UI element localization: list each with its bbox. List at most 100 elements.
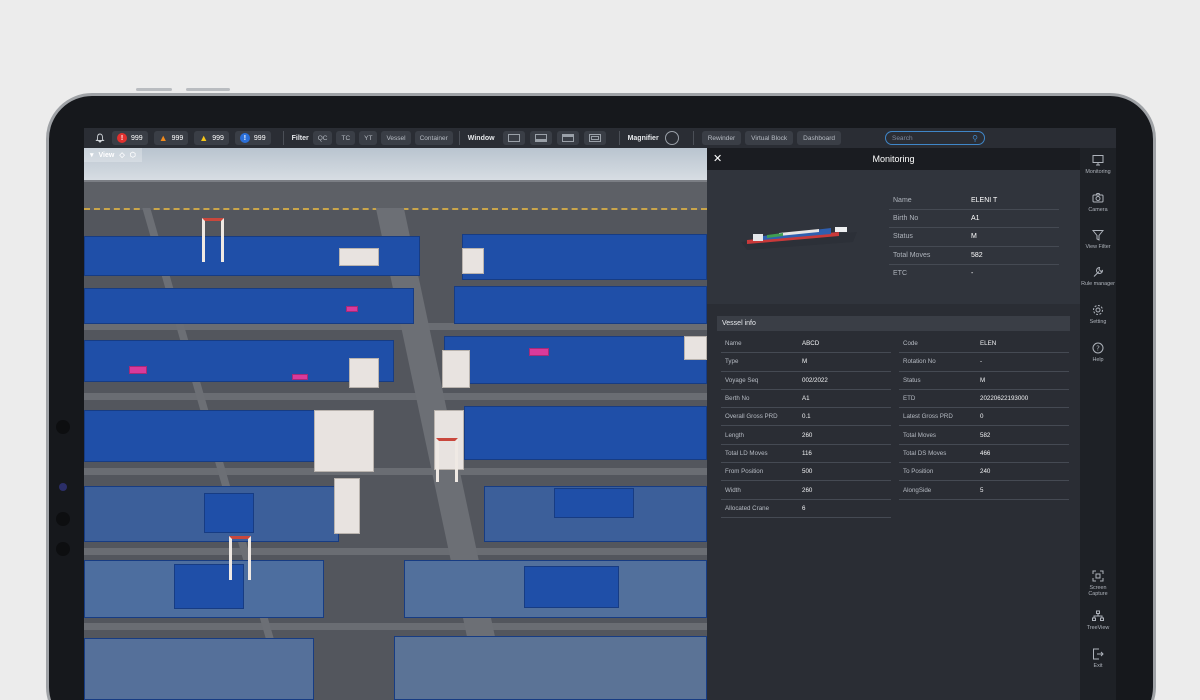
summary-key: ETC xyxy=(893,270,907,278)
error-alert-icon: ! xyxy=(117,133,127,143)
container-block xyxy=(339,248,379,266)
summary-key: Total Moves xyxy=(893,251,931,259)
alert-info[interactable]: ! 999 xyxy=(234,131,271,145)
rail-view-filter[interactable]: View Filter xyxy=(1080,229,1116,250)
summary-value: 582 xyxy=(971,251,983,259)
rail-label: Screen Capture xyxy=(1088,585,1108,598)
vessel-info-key: Total Moves xyxy=(903,431,937,439)
alert-info-count: 999 xyxy=(253,134,266,142)
rail-label: Help xyxy=(1092,357,1104,363)
container-block xyxy=(84,340,394,382)
tablet-top-button-right xyxy=(186,88,230,91)
rail-screen-capture[interactable]: Screen Capture xyxy=(1080,570,1116,597)
window-layout-single-button[interactable] xyxy=(502,131,525,145)
vessel-info-row: Voyage Seq 002/2022 xyxy=(721,372,891,390)
terminal-3d-view[interactable]: ▾ View ◇ ⬡ xyxy=(84,148,707,700)
rail-monitoring[interactable]: Monitoring xyxy=(1080,154,1116,175)
container-block xyxy=(334,478,360,534)
window-layout-grid-button[interactable] xyxy=(583,131,606,145)
filter-icon xyxy=(1092,230,1104,241)
vessel-info-key: Total DS Moves xyxy=(903,449,947,457)
vessel-info-row: Overall Gross PRD 0.1 xyxy=(721,408,891,427)
svg-text:?: ? xyxy=(1096,345,1100,353)
summary-value: - xyxy=(971,270,974,278)
alert-error[interactable]: ! 999 xyxy=(112,131,148,145)
alert-warning-count: 999 xyxy=(171,134,184,142)
vessel-image xyxy=(741,227,857,250)
filter-vessel-button[interactable]: Vessel xyxy=(381,131,411,145)
vessel-info-key: Allocated Crane xyxy=(725,504,770,512)
close-icon[interactable]: ✕ xyxy=(713,152,722,165)
view-label: View xyxy=(98,151,115,159)
search-placeholder: Search xyxy=(891,134,913,142)
vessel-info-value: 500 xyxy=(802,468,813,476)
vessel-info-key: Code xyxy=(903,340,918,348)
vessel-info-value: - xyxy=(980,358,983,366)
virtual-block-button[interactable]: Virtual Block xyxy=(745,131,794,145)
filter-qc-button[interactable]: QC xyxy=(312,131,333,145)
rail-setting[interactable]: Setting xyxy=(1080,304,1116,325)
vessel-summary: Name ELENI T Birth No A1 Status M Total Mov… xyxy=(707,170,1080,304)
vessel-info-key: Latest Gross PRD xyxy=(903,413,953,421)
filter-container-button[interactable]: Container xyxy=(414,131,453,145)
quay-road xyxy=(84,180,707,210)
layout-split-h-icon xyxy=(534,134,547,142)
filter-yt-button[interactable]: YT xyxy=(359,131,378,145)
rewinder-button[interactable]: Rewinder xyxy=(701,131,742,145)
vessel-info-row: Code ELEN xyxy=(899,335,1069,354)
cube-wire-icon[interactable]: ◇ xyxy=(119,151,124,159)
rail-exit[interactable]: Exit xyxy=(1080,648,1116,669)
alert-warning[interactable]: ▲ 999 xyxy=(153,131,189,145)
dashboard-button[interactable]: Dashboard xyxy=(797,131,841,145)
vessel-info-row: Rotation No - xyxy=(899,353,1069,372)
container-block xyxy=(462,234,707,280)
vessel-info-key: ETD xyxy=(903,395,916,403)
tablet-side-button xyxy=(56,420,70,434)
rail-camera[interactable]: Camera xyxy=(1080,192,1116,213)
vessel-info-key: Voyage Seq xyxy=(725,376,759,384)
vessel-info-key: Rotation No xyxy=(903,358,936,366)
monitoring-panel: ✕ Monitoring Name ELENI T Birth No A1 Stat… xyxy=(707,148,1080,700)
window-layout-split-3-button[interactable] xyxy=(556,131,579,145)
container-block xyxy=(394,636,707,700)
bell-icon[interactable] xyxy=(94,132,106,144)
window-layout-split-h-button[interactable] xyxy=(529,131,552,145)
alert-caution[interactable]: ▲ 999 xyxy=(194,131,229,145)
layout-single-icon xyxy=(507,134,520,142)
cube-icon[interactable]: ⬡ xyxy=(130,151,136,159)
summary-key: Birth No xyxy=(893,215,919,223)
container-block xyxy=(554,488,634,518)
vessel-info-key: Total LD Moves xyxy=(725,449,768,457)
camera-icon xyxy=(1092,193,1104,203)
vessel-info-key: Name xyxy=(725,340,742,348)
summary-value: ELENI T xyxy=(971,197,998,205)
alert-error-count: 999 xyxy=(131,134,143,142)
rail-help[interactable]: ? Help xyxy=(1080,342,1116,363)
summary-row: Status M xyxy=(889,228,1059,247)
search-input[interactable]: Search ⚲ xyxy=(884,131,985,145)
help-icon: ? xyxy=(1092,342,1104,354)
filter-tc-button[interactable]: TC xyxy=(336,131,356,145)
summary-row: Name ELENI T xyxy=(889,192,1059,211)
rail-label: Rule manager xyxy=(1081,281,1115,287)
rail-rule-manager[interactable]: Rule manager xyxy=(1080,266,1116,287)
vessel-info-value: 0.1 xyxy=(802,413,811,421)
vessel-info-row: Total LD Moves 116 xyxy=(721,445,891,464)
vessel-info-value: A1 xyxy=(802,395,810,403)
view-controls: ▾ View ◇ ⬡ xyxy=(84,148,142,162)
container-block xyxy=(524,566,619,608)
chevron-down-icon[interactable]: ▾ xyxy=(90,151,94,159)
vessel-info-row: Type M xyxy=(721,353,891,372)
rail-treeview[interactable]: TreeView xyxy=(1080,610,1116,631)
vessel-info-value: 5 xyxy=(980,486,984,494)
container-block xyxy=(684,336,707,360)
vessel-info-key: Status xyxy=(903,376,921,384)
warning-alert-icon: ▲ xyxy=(158,133,168,143)
vessel-info-row: Allocated Crane 6 xyxy=(721,500,891,518)
rail-label: TreeView xyxy=(1086,625,1110,631)
summary-row: Total Moves 582 xyxy=(889,247,1059,265)
vessel-info-row: Name ABCD xyxy=(721,335,891,354)
magnifier-icon[interactable] xyxy=(664,131,679,145)
monitoring-title: Monitoring xyxy=(872,154,915,164)
vessel-info-row: Total Moves 582 xyxy=(899,426,1069,445)
